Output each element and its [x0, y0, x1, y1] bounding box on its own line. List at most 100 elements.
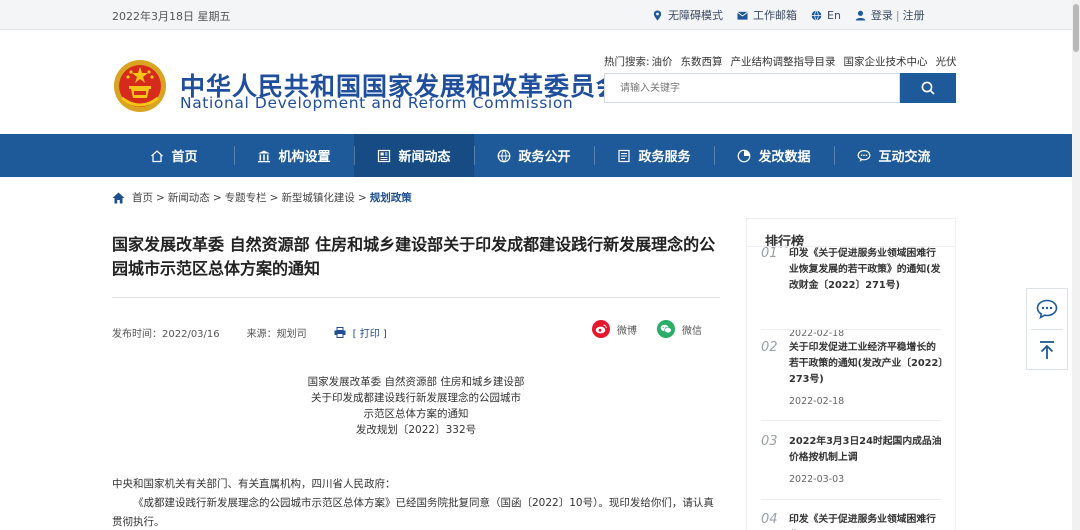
print-label: [ 打印 ] [352, 329, 387, 340]
ranking-number: 01 [761, 246, 778, 261]
hot-search-label: 热门搜索: [604, 56, 650, 68]
register-link[interactable]: 注册 [903, 7, 925, 23]
ranking-date: 2022-02-18 [789, 396, 845, 407]
article-title: 国家发展改革委 自然资源部 住房和城乡建设部关于印发成都建设践行新发展理念的公园… [112, 235, 716, 278]
search-icon [921, 81, 935, 95]
globe-icon [811, 9, 822, 21]
breadcrumb-separator: > [357, 191, 367, 204]
breadcrumb-item[interactable]: 首页 [132, 190, 153, 205]
breadcrumb-item[interactable]: 新闻动态 [168, 190, 210, 205]
nav-label: 机构设置 [278, 150, 331, 165]
breadcrumb-current[interactable]: 规划政策 [370, 190, 412, 205]
hot-search-term[interactable]: 产业结构调整指导目录 [731, 54, 836, 69]
ranking-link[interactable]: 印发《关于促进服务业领域困难行业 [789, 512, 945, 530]
ranking-link[interactable]: 2022年3月3日24时起国内成品油价格按机制上调 [789, 434, 945, 466]
body-paragraph: 《成都建设践行新发展理念的公园城市示范区总体方案》已经国务院批复同意（国函〔20… [112, 497, 714, 528]
ranking-separator [761, 329, 941, 330]
current-date: 2022年3月18日 星期五 [112, 10, 231, 23]
accessibility-label: 无障碍模式 [668, 9, 723, 22]
mail-icon [737, 11, 748, 20]
title-divider [112, 297, 720, 298]
arrow-up-icon [1040, 341, 1054, 359]
ranking-number: 02 [761, 340, 778, 355]
article-meta: 发布时间：2022/03/16 来源：规划司 [ 打印 ] [112, 325, 387, 340]
separator: | [895, 8, 900, 22]
feedback-button[interactable] [1027, 289, 1067, 329]
vertical-scrollbar[interactable] [1072, 0, 1080, 530]
weibo-icon [592, 320, 610, 338]
search-input[interactable] [605, 74, 899, 102]
article-source: 来源：规划司 [246, 329, 307, 340]
document-icon [618, 149, 631, 162]
share-weibo-label: 微博 [617, 325, 637, 337]
home-icon [112, 192, 125, 203]
scrollbar-thumb[interactable] [1073, 4, 1079, 52]
account-links: 登录 | 注册 [855, 7, 925, 23]
location-pin-icon [653, 9, 662, 21]
nav-item-news[interactable]: 新闻动态 [354, 134, 474, 177]
breadcrumb-item[interactable]: 专题专栏 [225, 190, 267, 205]
breadcrumb-separator: > [156, 191, 165, 204]
nav-item-organization[interactable]: 机构设置 [234, 134, 354, 177]
user-icon [855, 10, 866, 21]
ranking-separator [761, 499, 941, 500]
building-icon [258, 150, 271, 162]
nav-label: 政务公开 [518, 150, 571, 165]
share-wechat-button[interactable]: 微信 [657, 320, 702, 338]
back-to-top-button[interactable] [1027, 330, 1067, 370]
document-heading-line: 国家发展改革委 自然资源部 住房和城乡建设部 [307, 376, 525, 388]
national-emblem-icon[interactable] [112, 58, 168, 114]
nav-item-home[interactable]: 首页 [114, 134, 234, 177]
document-number: 发改规划〔2022〕332号 [355, 424, 477, 436]
document-heading-line: 关于印发成都建设践行新发展理念的公园城市 [311, 392, 521, 404]
login-link[interactable]: 登录 [871, 7, 893, 23]
top-utility-bar: 2022年3月18日 星期五 无障碍模式 工作邮箱 En 登录 | 注册 [0, 0, 1072, 30]
printer-icon [334, 327, 346, 338]
ranking-number: 04 [761, 512, 778, 527]
publish-date: 发布时间：2022/03/16 [112, 329, 220, 340]
ranking-link[interactable]: 关于印发促进工业经济平稳增长的若干政策的通知(发改产业〔2022〕273号) [789, 340, 945, 388]
hot-search-term[interactable]: 国家企业技术中心 [844, 54, 928, 69]
site-title-en[interactable]: National Development and Reform Commissi… [180, 94, 573, 112]
nav-item-interaction[interactable]: 互动交流 [834, 134, 954, 177]
nav-label: 政务服务 [638, 150, 691, 165]
mailbox-label: 工作邮箱 [753, 9, 797, 22]
ranking-link[interactable]: 印发《关于促进服务业领域困难行业恢复发展的若干政策》的通知(发改财金〔2022〕… [789, 246, 945, 294]
nav-item-public-affairs[interactable]: 政务公开 [474, 134, 594, 177]
globe-icon [498, 149, 511, 162]
news-icon [378, 149, 391, 162]
breadcrumb-separator: > [269, 191, 279, 204]
pie-chart-icon [738, 149, 751, 162]
print-button[interactable]: [ 打印 ] [334, 325, 387, 340]
nav-label: 发改数据 [758, 150, 811, 165]
nav-label: 新闻动态 [398, 150, 451, 165]
search-button[interactable] [900, 73, 956, 103]
chat-bubble-icon [1036, 299, 1058, 319]
hot-search-term[interactable]: 油价 [652, 54, 673, 69]
ranking-number: 03 [761, 434, 778, 449]
mailbox-link[interactable]: 工作邮箱 [737, 7, 797, 23]
hot-search-term[interactable]: 东数西算 [681, 54, 723, 69]
language-label: En [827, 8, 841, 22]
home-icon [151, 149, 164, 162]
nav-item-data[interactable]: 发改数据 [714, 134, 834, 177]
language-link[interactable]: En [811, 9, 841, 22]
ranking-separator [761, 420, 941, 421]
share-weibo-button[interactable]: 微博 [592, 320, 637, 338]
search-box [604, 73, 900, 103]
body-paragraph: 中央和国家机关有关部门、有关直属机构，四川省人民政府： [112, 478, 396, 490]
share-wechat-label: 微信 [682, 325, 702, 337]
document-heading-line: 示范区总体方案的通知 [363, 408, 469, 420]
main-nav: 首页 机构设置 新闻动态 政务公开 政务服务 发改数据 互动交流 [0, 134, 1072, 177]
wechat-icon [657, 320, 675, 338]
article-body: 中央和国家机关有关部门、有关直属机构，四川省人民政府： 《成都建设践行新发展理念… [112, 475, 720, 530]
breadcrumb-item[interactable]: 新型城镇化建设 [281, 190, 355, 205]
ranking-date: 2022-03-03 [789, 474, 845, 485]
breadcrumb-separator: > [212, 191, 222, 204]
hot-search-term[interactable]: 光伏 [936, 54, 957, 69]
top-links: 无障碍模式 工作邮箱 En 登录 | 注册 [652, 7, 939, 23]
nav-label: 首页 [171, 150, 198, 165]
accessibility-link[interactable]: 无障碍模式 [652, 7, 723, 23]
site-header: 中华人民共和国国家发展和改革委员会 National Development a… [0, 30, 1072, 134]
nav-item-services[interactable]: 政务服务 [594, 134, 714, 177]
